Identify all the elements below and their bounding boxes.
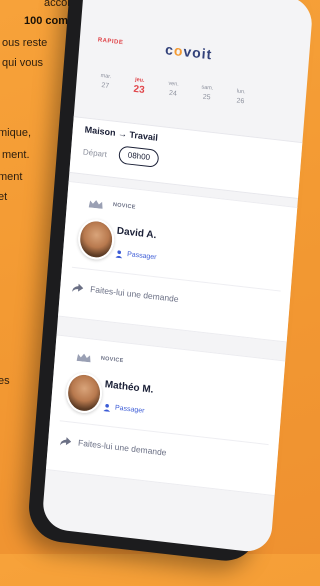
driver-card[interactable]: NOVICE David A. Passager Faites-lui une … xyxy=(57,180,298,343)
app-screen: RAPIDE covoit mar. 27 jeu. 23 ven. 24 sam. 2… xyxy=(41,0,314,554)
promo-line: ment xyxy=(0,171,23,183)
promo-line: qui vous xyxy=(2,57,43,69)
driver-card[interactable]: NOVICE Mathéo M. Passager Faites-lui une… xyxy=(45,334,286,497)
route-arrow: → xyxy=(117,128,128,140)
avatar xyxy=(76,217,116,262)
avatar xyxy=(64,370,104,415)
logo-rest: voit xyxy=(182,43,213,63)
promo-line: mique, xyxy=(0,127,32,139)
day-tab[interactable]: mar. 27 xyxy=(86,71,123,117)
driver-name: David A. xyxy=(116,225,157,242)
day-tab[interactable]: sam. 25 xyxy=(187,82,224,128)
role-label: Passager xyxy=(114,404,145,415)
route-to: Travail xyxy=(129,129,159,143)
share-arrow-icon xyxy=(59,437,72,446)
phone-frame: RAPIDE covoit mar. 27 jeu. 23 ven. 24 sam. 2… xyxy=(26,0,314,565)
promo-line: et xyxy=(0,191,8,203)
request-link[interactable]: Faites-lui une demande xyxy=(90,284,179,304)
day-tab[interactable]: lun. 26 xyxy=(221,86,258,132)
app-logo: covoit xyxy=(165,41,213,62)
level-badge: NOVICE xyxy=(100,355,124,365)
person-icon xyxy=(115,250,123,259)
route-title: Maison → Travail xyxy=(84,124,158,142)
day-tab[interactable]: ven. 24 xyxy=(154,78,191,124)
level-badge: NOVICE xyxy=(112,202,136,211)
back-link[interactable]: RAPIDE xyxy=(98,37,124,46)
day-tab-active[interactable]: jeu. 23 xyxy=(120,74,157,120)
role-label: Passager xyxy=(126,250,157,262)
crown-icon xyxy=(76,353,91,363)
request-link[interactable]: Faites-lui une demande xyxy=(78,438,167,458)
promo-line: ment. xyxy=(2,149,30,161)
phone-mockup: RAPIDE covoit mar. 27 jeu. 23 ven. 24 sam. 2… xyxy=(25,0,314,584)
crown-icon xyxy=(88,200,103,209)
promo-line: ous reste xyxy=(2,37,48,49)
share-arrow-icon xyxy=(71,283,84,292)
promo-line: es xyxy=(0,375,10,387)
person-icon xyxy=(103,403,111,412)
depart-label: Départ xyxy=(82,147,108,160)
driver-name: Mathéo M. xyxy=(104,379,154,396)
route-from: Maison xyxy=(84,124,116,138)
departure-time-pill[interactable]: 08h00 xyxy=(118,145,160,168)
